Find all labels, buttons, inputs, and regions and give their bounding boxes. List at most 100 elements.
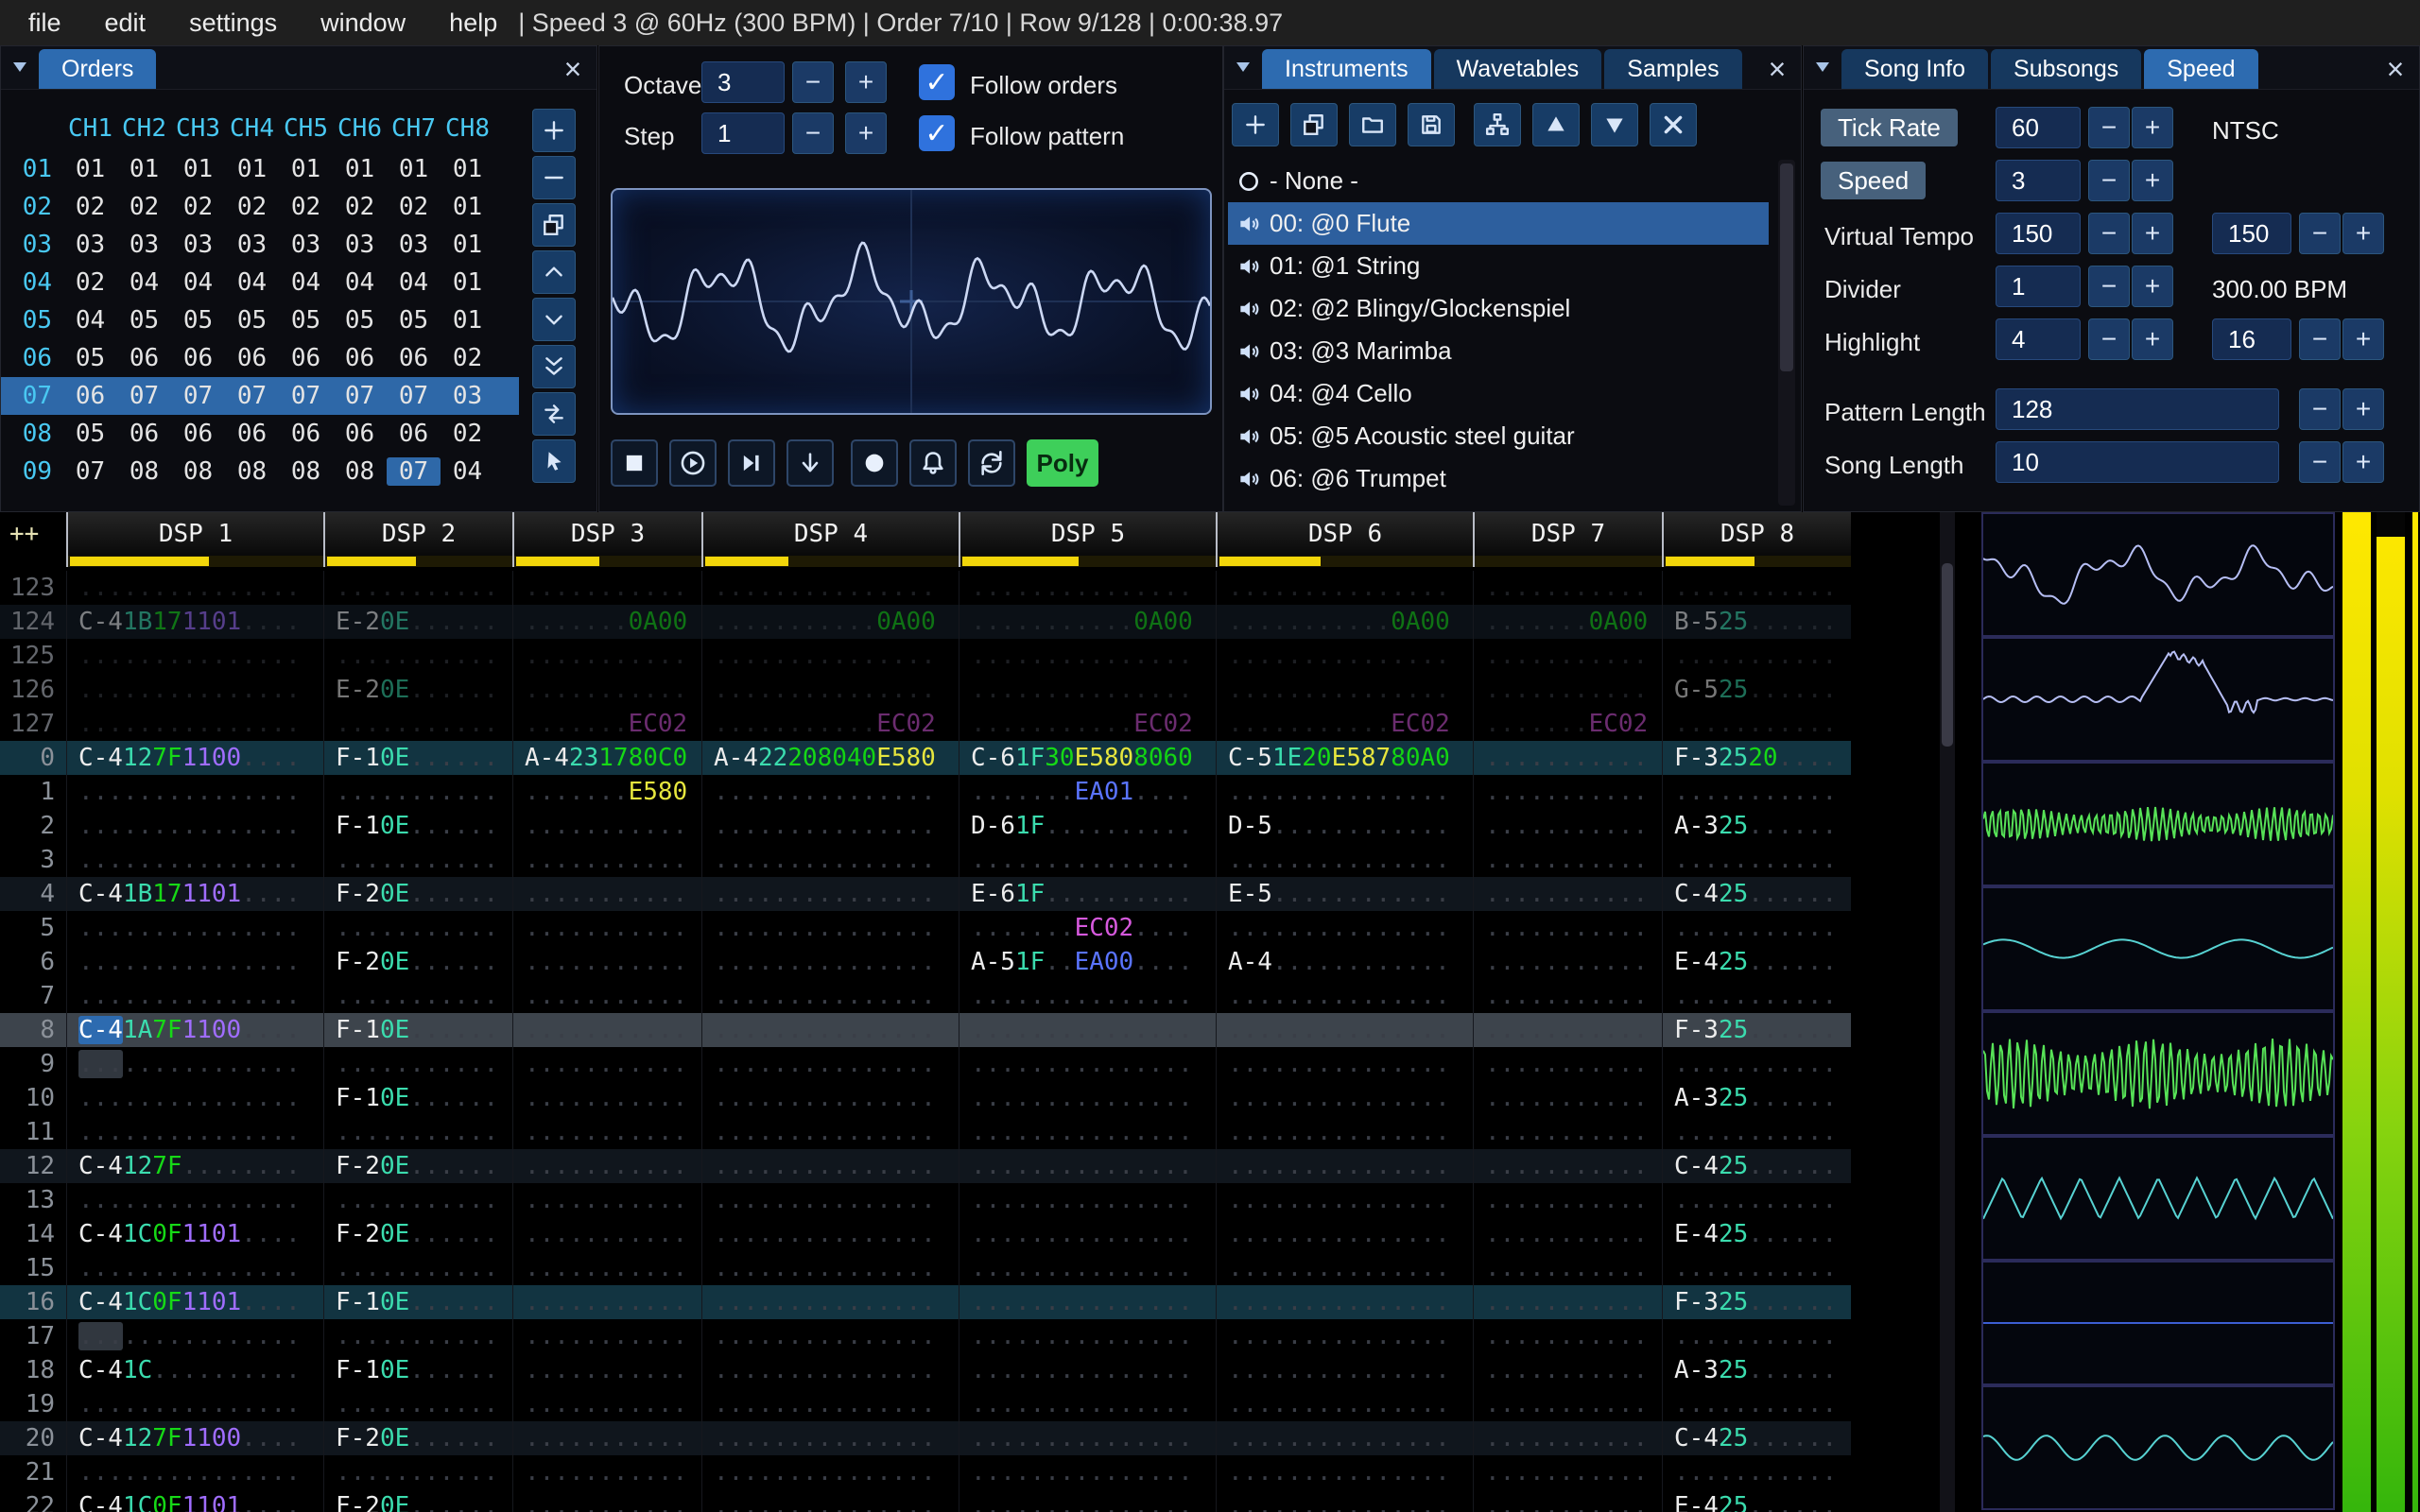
pattern-cell[interactable]: ........... — [512, 877, 701, 911]
pattern-cell[interactable]: F-10E...... — [323, 1285, 512, 1319]
pattern-cell[interactable]: ........... — [1473, 1319, 1662, 1353]
speed-chip[interactable]: Speed — [1821, 162, 1927, 199]
pattern-cell[interactable]: ............... — [66, 1183, 323, 1217]
order-cell[interactable]: 04 — [279, 268, 333, 297]
pattern-cell[interactable]: ............... — [959, 571, 1216, 605]
order-cell[interactable]: 02 — [63, 268, 117, 297]
pattern-cell[interactable]: F-10E...... — [323, 809, 512, 843]
pattern-cell[interactable]: F-20E...... — [323, 1489, 512, 1512]
step-input[interactable]: 1 — [701, 112, 785, 154]
pattern-cell[interactable]: ............... — [701, 979, 959, 1013]
channel-header-dsp-8[interactable]: DSP 8 — [1662, 512, 1851, 556]
pattern-cell[interactable]: ............... — [701, 673, 959, 707]
order-cell[interactable]: 01 — [63, 155, 117, 183]
pattern-cell[interactable]: ............... — [959, 1421, 1216, 1455]
speed-input[interactable]: 3 — [1996, 160, 2081, 201]
pattern-length-decrease-button[interactable]: − — [2299, 388, 2341, 430]
pattern-cell[interactable]: ............... — [959, 1217, 1216, 1251]
order-cell[interactable]: 06 — [225, 344, 279, 372]
order-cell[interactable]: 04 — [63, 306, 117, 335]
highlight-2-increase-button[interactable]: + — [2342, 318, 2384, 360]
pattern-cell[interactable]: ........... — [512, 1115, 701, 1149]
pattern-cell[interactable]: F-10E...... — [323, 1353, 512, 1387]
play-button[interactable] — [669, 439, 717, 487]
order-cell[interactable]: 02 — [171, 193, 225, 221]
order-cell[interactable]: 08 — [171, 457, 225, 486]
step-increase-button[interactable]: + — [845, 112, 887, 154]
pattern-cell[interactable]: C-41B171101.... — [66, 877, 323, 911]
channel-header-dsp-3[interactable]: DSP 3 — [512, 512, 701, 556]
pattern-cell[interactable]: F-32520.... — [1662, 741, 1851, 775]
repeat-pattern-button[interactable] — [968, 439, 1015, 487]
add-order-button[interactable] — [532, 109, 576, 152]
order-cell[interactable]: 01 — [441, 268, 494, 297]
pattern-cell[interactable]: ........... — [1473, 1047, 1662, 1081]
pattern-cell[interactable]: ............... — [1216, 1489, 1473, 1512]
pattern-cell[interactable]: ............... — [1216, 1251, 1473, 1285]
pattern-cell[interactable]: ............... — [701, 1455, 959, 1489]
pattern-cell[interactable]: ........... — [1662, 1455, 1851, 1489]
pattern-cell[interactable]: ............... — [1216, 979, 1473, 1013]
pattern-cell[interactable]: ...........0A00 — [701, 605, 959, 639]
order-cell[interactable]: 04 — [117, 268, 171, 297]
pattern-cell[interactable]: ........... — [323, 707, 512, 741]
pattern-cell[interactable]: .......EC02 — [512, 707, 701, 741]
pattern-cell[interactable]: ............... — [701, 1319, 959, 1353]
pattern-cell[interactable]: ............... — [701, 1149, 959, 1183]
order-cell[interactable]: 07 — [117, 382, 171, 410]
order-cell[interactable]: 06 — [63, 382, 117, 410]
pattern-cell[interactable]: ........... — [1662, 1047, 1851, 1081]
pattern-cell[interactable]: D-5............ — [1216, 809, 1473, 843]
pattern-cell[interactable]: ........... — [1473, 979, 1662, 1013]
pattern-cell[interactable]: ........... — [1473, 877, 1662, 911]
order-cell[interactable]: 01 — [441, 306, 494, 335]
play-from-cursor-button[interactable] — [728, 439, 775, 487]
order-cell[interactable]: 06 — [387, 344, 441, 372]
pattern-cell[interactable]: ........... — [1473, 911, 1662, 945]
pattern-cell[interactable]: ............... — [701, 1013, 959, 1047]
order-cell[interactable]: 08 — [279, 457, 333, 486]
pattern-cell[interactable]: ............... — [66, 673, 323, 707]
pattern-cell[interactable]: ............... — [959, 1285, 1216, 1319]
pattern-cell[interactable]: ........... — [1662, 1251, 1851, 1285]
channel-header-dsp-7[interactable]: DSP 7 — [1473, 512, 1662, 556]
instrument-item[interactable]: 00: @0 Flute — [1228, 202, 1769, 245]
pattern-cell[interactable]: ............... — [66, 1387, 323, 1421]
order-cell[interactable]: 06 — [117, 344, 171, 372]
order-cell[interactable]: 05 — [117, 306, 171, 335]
order-cell[interactable]: 01 — [333, 155, 387, 183]
pattern-cell[interactable]: .......EA01.... — [959, 775, 1216, 809]
instrument-item[interactable]: 01: @1 String — [1228, 245, 1769, 287]
pattern-cell[interactable]: D-61F.......... — [959, 809, 1216, 843]
pattern-cell[interactable]: ...........EC02 — [701, 707, 959, 741]
order-cell[interactable]: 01 — [387, 155, 441, 183]
pattern-cell[interactable]: ........... — [1473, 1285, 1662, 1319]
pattern-cell[interactable]: ............... — [701, 1387, 959, 1421]
pattern-cell[interactable]: F-20E...... — [323, 1421, 512, 1455]
order-cell[interactable]: 05 — [63, 344, 117, 372]
pattern-cell[interactable]: C-4127F1100.... — [66, 1421, 323, 1455]
pattern-cell[interactable]: ............... — [959, 1353, 1216, 1387]
menu-help[interactable]: help — [449, 9, 497, 38]
tab-speed[interactable]: Speed — [2144, 49, 2258, 89]
pattern-cell[interactable]: A-325...... — [1662, 1353, 1851, 1387]
step-one-row-button[interactable] — [786, 439, 834, 487]
pattern-cell[interactable]: ........... — [323, 979, 512, 1013]
pattern-cell[interactable]: ........... — [512, 1489, 701, 1512]
virtual-tempo-den-decrease-button[interactable]: − — [2299, 213, 2341, 254]
virtual-tempo-denominator-input[interactable]: 150 — [2212, 213, 2291, 254]
pattern-cell[interactable]: ........... — [1662, 1183, 1851, 1217]
pattern-cell[interactable]: ............... — [66, 639, 323, 673]
order-cell[interactable]: 05 — [333, 306, 387, 335]
menu-settings[interactable]: settings — [189, 9, 277, 38]
pattern-cell[interactable]: ............... — [1216, 1387, 1473, 1421]
order-cell[interactable]: 02 — [387, 193, 441, 221]
channel-header-dsp-6[interactable]: DSP 6 — [1216, 512, 1473, 556]
order-cell[interactable]: 02 — [441, 420, 494, 448]
pattern-cell[interactable]: ........... — [512, 1285, 701, 1319]
pattern-cell[interactable]: ........... — [1473, 1149, 1662, 1183]
pattern-cell[interactable]: ........... — [1473, 639, 1662, 673]
tab-song-info[interactable]: Song Info — [1841, 49, 1989, 89]
pattern-cell[interactable]: ............... — [959, 979, 1216, 1013]
pattern-cell[interactable]: ........... — [323, 843, 512, 877]
